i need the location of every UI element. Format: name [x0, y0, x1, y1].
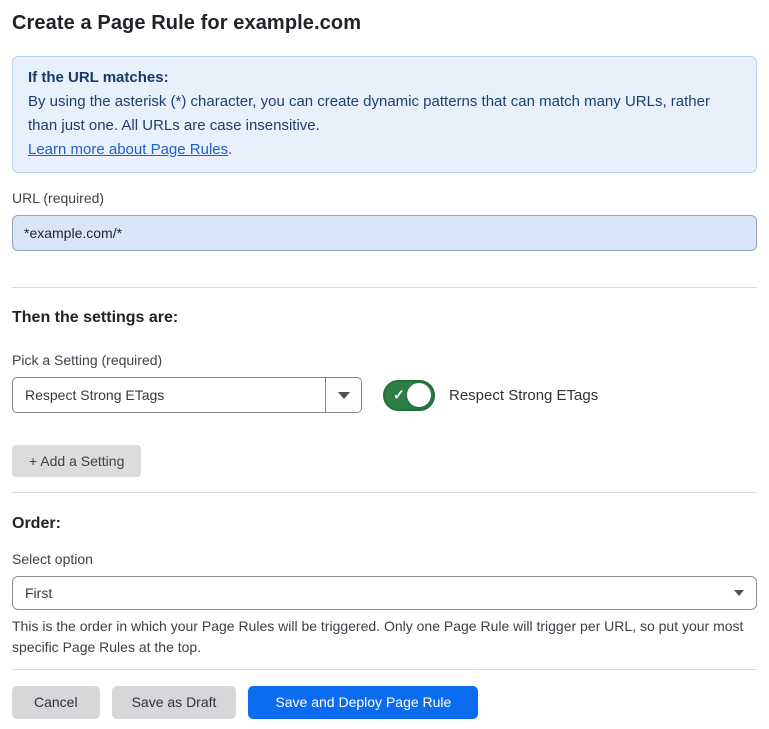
order-help-text: This is the order in which your Page Rul…	[12, 616, 757, 658]
toggle-knob	[407, 383, 431, 407]
info-box-body: By using the asterisk (*) character, you…	[28, 90, 741, 138]
info-box-heading: If the URL matches:	[28, 66, 741, 90]
setting-toggle-label: Respect Strong ETags	[449, 387, 598, 404]
setting-select-arrow-button[interactable]	[325, 378, 361, 412]
chevron-down-icon	[734, 590, 744, 596]
setting-select[interactable]: Respect Strong ETags	[12, 377, 362, 413]
url-field-label: URL (required)	[12, 189, 757, 208]
learn-more-link[interactable]: Learn more about Page Rules	[28, 141, 228, 158]
save-as-draft-button[interactable]: Save as Draft	[112, 686, 237, 719]
url-input[interactable]	[12, 215, 757, 251]
url-match-info-box: If the URL matches: By using the asteris…	[12, 56, 757, 173]
page-title: Create a Page Rule for example.com	[12, 11, 757, 35]
pick-setting-label: Pick a Setting (required)	[12, 351, 757, 370]
chevron-down-icon	[338, 392, 350, 399]
order-select-value: First	[25, 585, 734, 601]
order-select-label: Select option	[12, 550, 757, 569]
link-suffix: .	[228, 141, 232, 158]
info-box-link-line: Learn more about Page Rules.	[28, 138, 741, 162]
cancel-button[interactable]: Cancel	[12, 686, 100, 719]
section-divider	[12, 492, 757, 493]
footer-actions: Cancel Save as Draft Save and Deploy Pag…	[12, 686, 757, 719]
save-and-deploy-button[interactable]: Save and Deploy Page Rule	[248, 686, 478, 719]
page-rule-form: Create a Page Rule for example.com If th…	[0, 11, 769, 719]
footer-divider	[12, 669, 757, 670]
setting-select-value: Respect Strong ETags	[13, 378, 325, 412]
setting-row: Respect Strong ETags ✓ Respect Strong ET…	[12, 377, 757, 413]
section-divider	[12, 287, 757, 288]
order-section-heading: Order:	[12, 514, 757, 534]
add-setting-button[interactable]: + Add a Setting	[12, 445, 141, 477]
setting-toggle[interactable]: ✓	[383, 380, 435, 411]
order-select[interactable]: First	[12, 576, 757, 610]
settings-section-heading: Then the settings are:	[12, 308, 757, 328]
check-icon: ✓	[393, 388, 405, 402]
